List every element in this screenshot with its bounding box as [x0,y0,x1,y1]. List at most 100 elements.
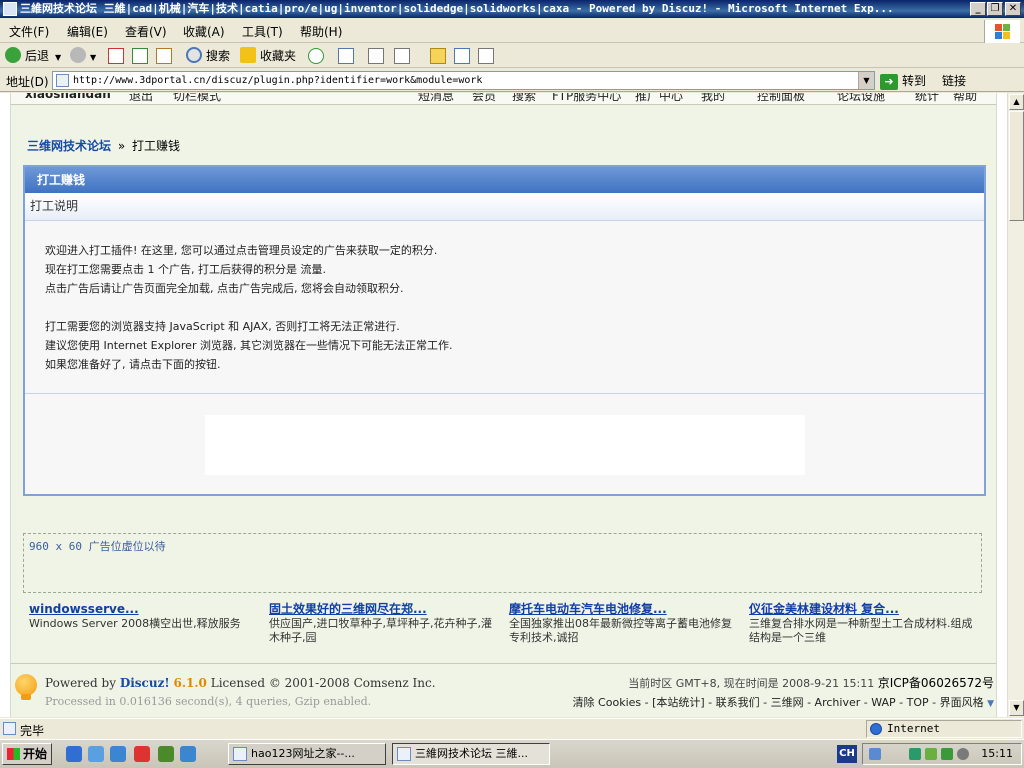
ie-window-icon [3,2,17,16]
address-dropdown[interactable]: ▼ [858,72,874,89]
ad-title-link[interactable]: 固土效果好的三维网尽在郑... [269,601,501,617]
scroll-down-arrow[interactable]: ▼ [1009,700,1024,716]
app2-quicklaunch-icon[interactable] [158,746,174,762]
page-content: xiaoshandan 退出 切栏模式 短消息 会员 搜索 FTP服务中心 推广… [10,93,997,717]
ie-quicklaunch-icon[interactable] [66,746,82,762]
address-url[interactable]: http://www.3dportal.cn/discuz/plugin.php… [73,73,482,89]
task-3dportal[interactable]: 三維网技术论坛 三維... [392,743,550,765]
nav-forum-facilities[interactable]: 论坛设施 [837,93,885,104]
app2-tray-icon[interactable] [925,748,937,760]
media-quicklaunch-icon[interactable] [110,746,126,762]
text-ad: 摩托车电动车汽车电池修复... 全国独家推出08年最新微控等离子蓄电池修复专利技… [509,601,741,645]
ad-title-link[interactable]: 摩托车电动车汽车电池修复... [509,601,741,617]
instruction-line: 欢迎进入打工插件! 在这里, 您可以通过点击管理员设定的广告来获取一定的积分. [45,244,438,257]
nav-control-panel[interactable]: 控制面板 [757,93,805,104]
nav-mode[interactable]: 切栏模式 [173,93,221,104]
edit-icon[interactable] [394,48,410,64]
nav-username[interactable]: xiaoshandan [25,93,111,101]
ie-task-icon [233,747,247,761]
nav-logout[interactable]: 退出 [129,93,153,104]
banner-placeholder[interactable]: 960 x 60 广告位虚位以待 [23,533,982,593]
network-tray-icon[interactable] [869,748,881,760]
scroll-up-arrow[interactable]: ▲ [1009,94,1024,110]
nav-search[interactable]: 搜索 [512,93,536,104]
app3-quicklaunch-icon[interactable] [180,746,196,762]
banner-placeholder-text: 960 x 60 广告位虚位以待 [29,540,166,553]
messenger-icon[interactable] [430,48,446,64]
ad-title-link[interactable]: 仪征金美林建设材料 复合... [749,601,981,617]
links-button[interactable]: 链接 [942,72,966,89]
discuz-bulb-icon [15,674,37,700]
windows-logo-icon [984,20,1020,43]
history-icon[interactable] [308,48,324,64]
ad-title-link[interactable]: windowsserve... [29,601,261,617]
minimize-button[interactable]: _ [970,2,986,16]
nav-mine[interactable]: 我的 [701,93,725,104]
scroll-thumb[interactable] [1009,111,1024,221]
favorites-button[interactable]: 收藏夹 [240,47,296,65]
nav-stats[interactable]: 统计 [915,93,939,104]
address-input[interactable]: http://www.3dportal.cn/discuz/plugin.php… [52,71,875,90]
icp-link[interactable]: 京ICP备06026572号 [878,676,994,690]
nav-help[interactable]: 帮助 [953,93,977,104]
search-button[interactable]: 搜索 [186,47,230,65]
go-arrow-icon: ➜ [880,74,898,90]
home-icon[interactable] [156,48,172,64]
go-button[interactable]: ➜ 转到 [880,72,926,90]
close-button[interactable]: ✕ [1005,2,1021,16]
breadcrumb-current: 打工赚钱 [132,139,181,153]
status-bar: 完毕 Internet [0,718,1024,738]
vertical-scrollbar[interactable]: ▲ ▼ [1007,93,1024,717]
menu-tools[interactable]: 工具(T) [242,23,283,40]
text-ad: 仪征金美林建设材料 复合... 三维复合排水网是一种新型土工合成材料.组成结构是… [749,601,981,645]
breadcrumb: 三维网技术论坛 » 打工赚钱 [27,137,180,154]
page-viewport: xiaoshandan 退出 切栏模式 短消息 会员 搜索 FTP服务中心 推广… [0,93,1024,717]
forward-button[interactable]: ▼ [70,47,96,65]
menu-file[interactable]: 文件(F) [9,23,49,40]
menu-view[interactable]: 查看(V) [125,23,167,40]
work-ad-frame[interactable] [205,415,805,475]
research-icon[interactable] [454,48,470,64]
ad-description: 全国独家推出08年最新微控等离子蓄电池修复专利技术,诚招 [509,617,732,644]
menu-edit[interactable]: 编辑(E) [67,23,108,40]
nav-ftp[interactable]: FTP服务中心 [552,93,621,104]
discuz-link[interactable]: Discuz! [120,676,170,690]
back-button[interactable]: 后退 ▼ [5,47,61,65]
menu-help[interactable]: 帮助(H) [300,23,342,40]
volume-tray-icon[interactable] [941,748,953,760]
forward-arrow-icon [70,47,86,63]
maximize-button[interactable]: ❐ [987,2,1003,16]
breadcrumb-home[interactable]: 三维网技术论坛 [27,139,111,153]
app-tray-icon[interactable] [909,748,921,760]
stop-icon[interactable] [108,48,124,64]
browser-toolbar: 后退 ▼ ▼ 搜索 收藏夹 [0,44,1024,68]
window-title-bar[interactable]: 三維网技术论坛 三維|cad|机械|汽车|技术|catia|pro/e|ug|i… [0,0,1024,18]
style-dropdown-icon[interactable]: ▼ [987,699,994,709]
panel-title: 打工赚钱 [25,167,984,193]
search-icon [186,47,202,63]
ad-description: Windows Server 2008横空出世,释放服务 [29,617,241,630]
powered-by: Powered by Discuz! 6.1.0 Licensed © 2001… [45,676,436,690]
tools-icon[interactable] [478,48,494,64]
menu-favorites[interactable]: 收藏(A) [183,23,225,40]
language-indicator[interactable]: CH [837,745,857,763]
footer-links[interactable]: 清除 Cookies - [本站统计] - 联系我们 - 三维网 - Archi… [573,694,994,710]
nav-promotion[interactable]: 推广中心 [635,93,683,104]
license-text: Licensed © 2001-2008 Comsenz Inc. [210,676,436,690]
task-hao123[interactable]: hao123网址之家--... [228,743,386,765]
refresh-icon[interactable] [132,48,148,64]
ie-task-icon [397,747,411,761]
app3-tray-icon[interactable] [957,748,969,760]
text-ad: 固土效果好的三维网尽在郑... 供应国产,进口牧草种子,草坪种子,花卉种子,灌木… [269,601,501,645]
clock[interactable]: 15:11 [981,747,1013,760]
print-icon[interactable] [368,48,384,64]
star-icon [240,47,256,63]
nav-members[interactable]: 会员 [472,93,496,104]
explorer-quicklaunch-icon[interactable] [88,746,104,762]
nav-messages[interactable]: 短消息 [418,93,454,104]
start-button[interactable]: 开始 [2,743,52,765]
security-zone[interactable]: Internet [866,720,1022,738]
mail-icon[interactable] [338,48,354,64]
app-quicklaunch-icon[interactable] [134,746,150,762]
globe-icon [870,723,882,735]
